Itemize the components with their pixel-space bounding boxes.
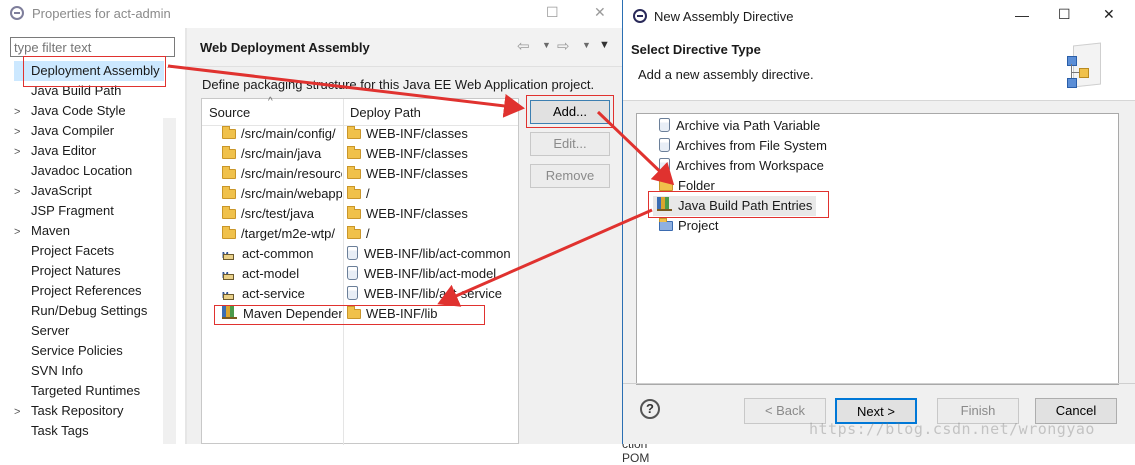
arrow-to-java-build-path [596,110,675,186]
arrow-to-add-button [167,64,525,118]
annotation-arrows [167,64,675,307]
arrow-to-maven-dependencies [437,208,653,307]
